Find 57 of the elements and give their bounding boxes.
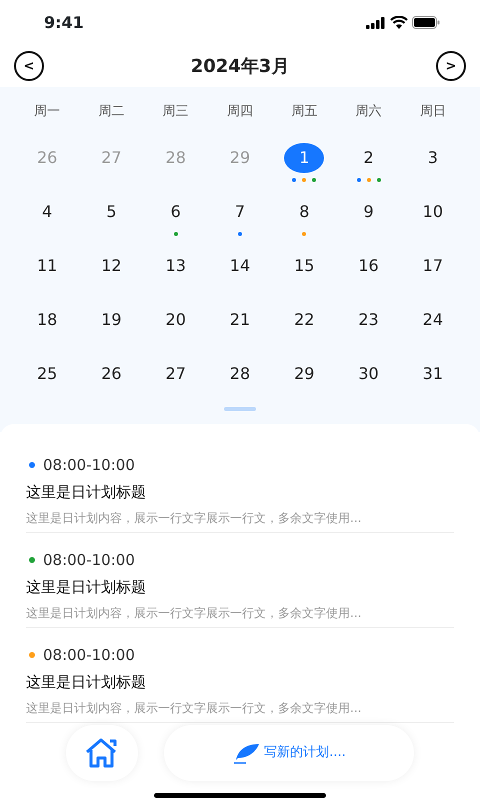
calendar-day[interactable]: 13 xyxy=(156,251,196,281)
calendar-day[interactable]: 11 xyxy=(27,251,68,281)
weekday-label: 周四 xyxy=(226,103,254,122)
feather-icon xyxy=(232,742,260,764)
weekday-label: 周二 xyxy=(97,103,126,122)
plan-content: 这里是日计划内容，展示一行文字展示一行文，多余文字使用... xyxy=(26,700,362,717)
calendar-day[interactable]: 24 xyxy=(412,305,453,335)
calendar-day[interactable]: 25 xyxy=(27,359,68,389)
status-time: 9:41 xyxy=(44,12,84,34)
write-plan-button[interactable]: 写新的计划.... xyxy=(164,725,414,781)
calendar-day[interactable]: 27 xyxy=(156,359,196,389)
calendar-day[interactable]: 17 xyxy=(412,251,453,281)
plan-title[interactable]: 这里是日计划标题 xyxy=(26,480,454,503)
plan-content: 这里是日计划内容，展示一行文字展示一行文，多余文字使用... xyxy=(26,605,362,622)
battery-icon xyxy=(412,16,440,29)
calendar-day[interactable]: 3 xyxy=(412,143,453,173)
calendar-day[interactable]: 6 xyxy=(156,197,196,227)
calendar-day[interactable]: 7 xyxy=(220,197,260,227)
weekday-label: 周六 xyxy=(354,103,383,122)
plan-title[interactable]: 这里是日计划标题 xyxy=(26,576,454,598)
calendar-day[interactable]: 5 xyxy=(91,197,132,227)
calendar-day[interactable]: 8 xyxy=(284,197,324,227)
calendar-day[interactable]: 10 xyxy=(412,197,453,227)
weekday-label: 周三 xyxy=(162,103,190,122)
calendar-day[interactable]: 20 xyxy=(156,305,196,335)
calendar-day[interactable]: 30 xyxy=(348,359,389,389)
calendar-day[interactable]: 29 xyxy=(284,359,324,389)
signal-icon xyxy=(366,16,386,28)
plan-time: 08:00-10:00 xyxy=(43,645,135,666)
plan-content: 这里是日计划内容，展示一行文字展示一行文，多余文字使用... xyxy=(26,510,362,527)
drag-handle[interactable] xyxy=(224,407,256,411)
calendar-day[interactable]: 19 xyxy=(91,305,132,335)
calendar-day[interactable]: 14 xyxy=(220,251,260,281)
calendar-day[interactable]: 28 xyxy=(220,359,260,389)
calendar-day[interactable]: 4 xyxy=(27,197,68,227)
calendar-day[interactable]: 26 xyxy=(91,359,132,389)
calendar-day[interactable]: 22 xyxy=(284,305,324,335)
calendar-day[interactable]: 23 xyxy=(348,305,389,335)
month-title: 2024年3月 xyxy=(190,54,290,78)
calendar-day[interactable]: 12 xyxy=(91,251,132,281)
next-month-button[interactable]: > xyxy=(436,51,466,81)
calendar-day[interactable]: 2 xyxy=(348,143,389,173)
calendar-day[interactable]: 15 xyxy=(284,251,324,281)
weekday-label: 周一 xyxy=(33,103,62,122)
weekday-label: 周日 xyxy=(418,103,447,122)
plan-time: 08:00-10:00 xyxy=(43,550,135,571)
weekday-label: 周五 xyxy=(290,103,318,122)
wifi-icon xyxy=(390,16,408,29)
calendar-day[interactable]: 18 xyxy=(27,305,68,335)
calendar-day[interactable]: 1 xyxy=(284,143,324,173)
calendar-day[interactable]: 21 xyxy=(220,305,260,335)
plan-title[interactable]: 这里是日计划标题 xyxy=(26,670,454,693)
calendar-day[interactable]: 31 xyxy=(412,359,453,389)
calendar-day[interactable]: 9 xyxy=(348,197,389,227)
calendar-day[interactable]: 16 xyxy=(348,251,389,281)
plan-time: 08:00-10:00 xyxy=(43,455,135,476)
previous-month-button[interactable]: < xyxy=(14,51,44,81)
